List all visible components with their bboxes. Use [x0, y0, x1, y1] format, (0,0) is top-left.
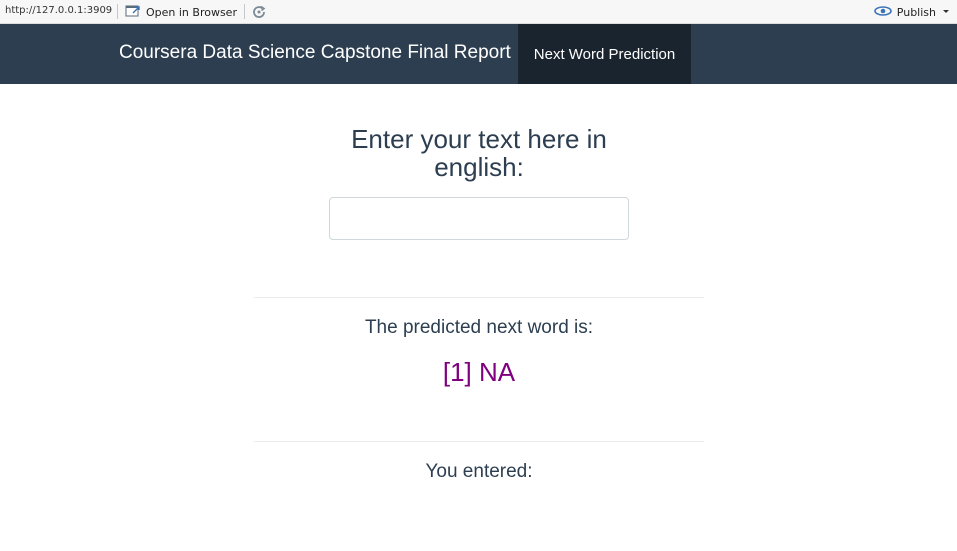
navbar-brand[interactable]: Coursera Data Science Capstone Final Rep…: [119, 42, 511, 64]
text-input[interactable]: [329, 197, 629, 240]
toolbar-separator: [244, 4, 245, 19]
tab-next-word-prediction[interactable]: Next Word Prediction: [518, 24, 691, 84]
toolbar-separator: [117, 4, 118, 19]
open-in-browser-button[interactable]: Open in Browser: [125, 3, 237, 21]
predicted-word: [1] NA: [442, 357, 516, 387]
entered-label: You entered:: [425, 461, 533, 482]
divider: [254, 441, 704, 442]
open-in-browser-icon: [125, 4, 141, 21]
open-in-browser-label: Open in Browser: [146, 5, 237, 19]
refresh-button[interactable]: [251, 4, 267, 20]
navbar: Coursera Data Science Capstone Final Rep…: [0, 24, 957, 84]
input-prompt: Enter your text here in english:: [351, 124, 607, 182]
viewer-toolbar: http://127.0.0.1:3909 Open in Browser Pu…: [0, 0, 957, 24]
publish-button[interactable]: Publish: [873, 3, 951, 21]
publish-icon: [873, 5, 892, 20]
predicted-label: The predicted next word is:: [364, 317, 594, 338]
publish-label: Publish: [896, 5, 936, 19]
main-panel: Enter your text here in english: The pre…: [0, 84, 957, 551]
divider: [254, 297, 704, 298]
refresh-icon: [253, 5, 266, 18]
chevron-down-icon: [941, 6, 951, 19]
viewer-url: http://127.0.0.1:3909: [5, 5, 113, 16]
